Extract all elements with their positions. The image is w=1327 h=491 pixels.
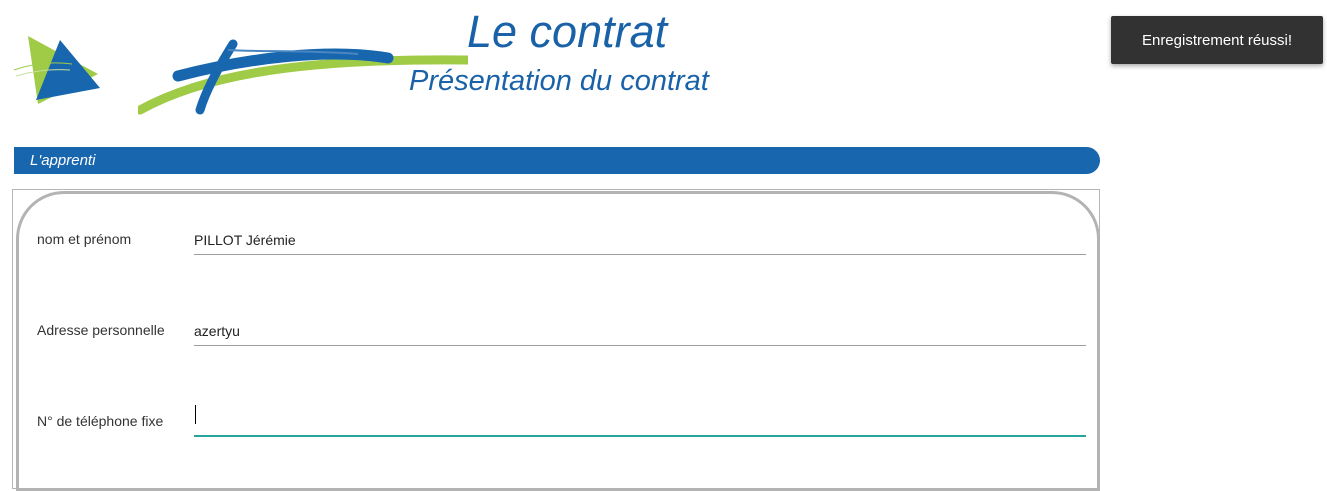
label-nom-prenom: nom et prénom	[37, 231, 132, 247]
label-telephone-fixe: N° de téléphone fixe	[37, 413, 164, 429]
page-subtitle: Présentation du contrat	[409, 65, 709, 97]
label-adresse: Adresse personnelle	[37, 322, 165, 338]
telephone-fixe-input[interactable]	[194, 407, 1086, 437]
text-caret	[195, 405, 196, 424]
toast-message: Enregistrement réussi!	[1141, 31, 1293, 49]
page-title: Le contrat	[467, 6, 668, 57]
section-title: L'apprenti	[30, 152, 96, 169]
nom-prenom-input[interactable]	[194, 225, 1086, 255]
success-toast: Enregistrement réussi!	[1111, 16, 1323, 64]
section-header-apprenti: L'apprenti	[14, 147, 1100, 174]
logo-icon	[13, 36, 100, 104]
adresse-input[interactable]	[194, 316, 1086, 346]
